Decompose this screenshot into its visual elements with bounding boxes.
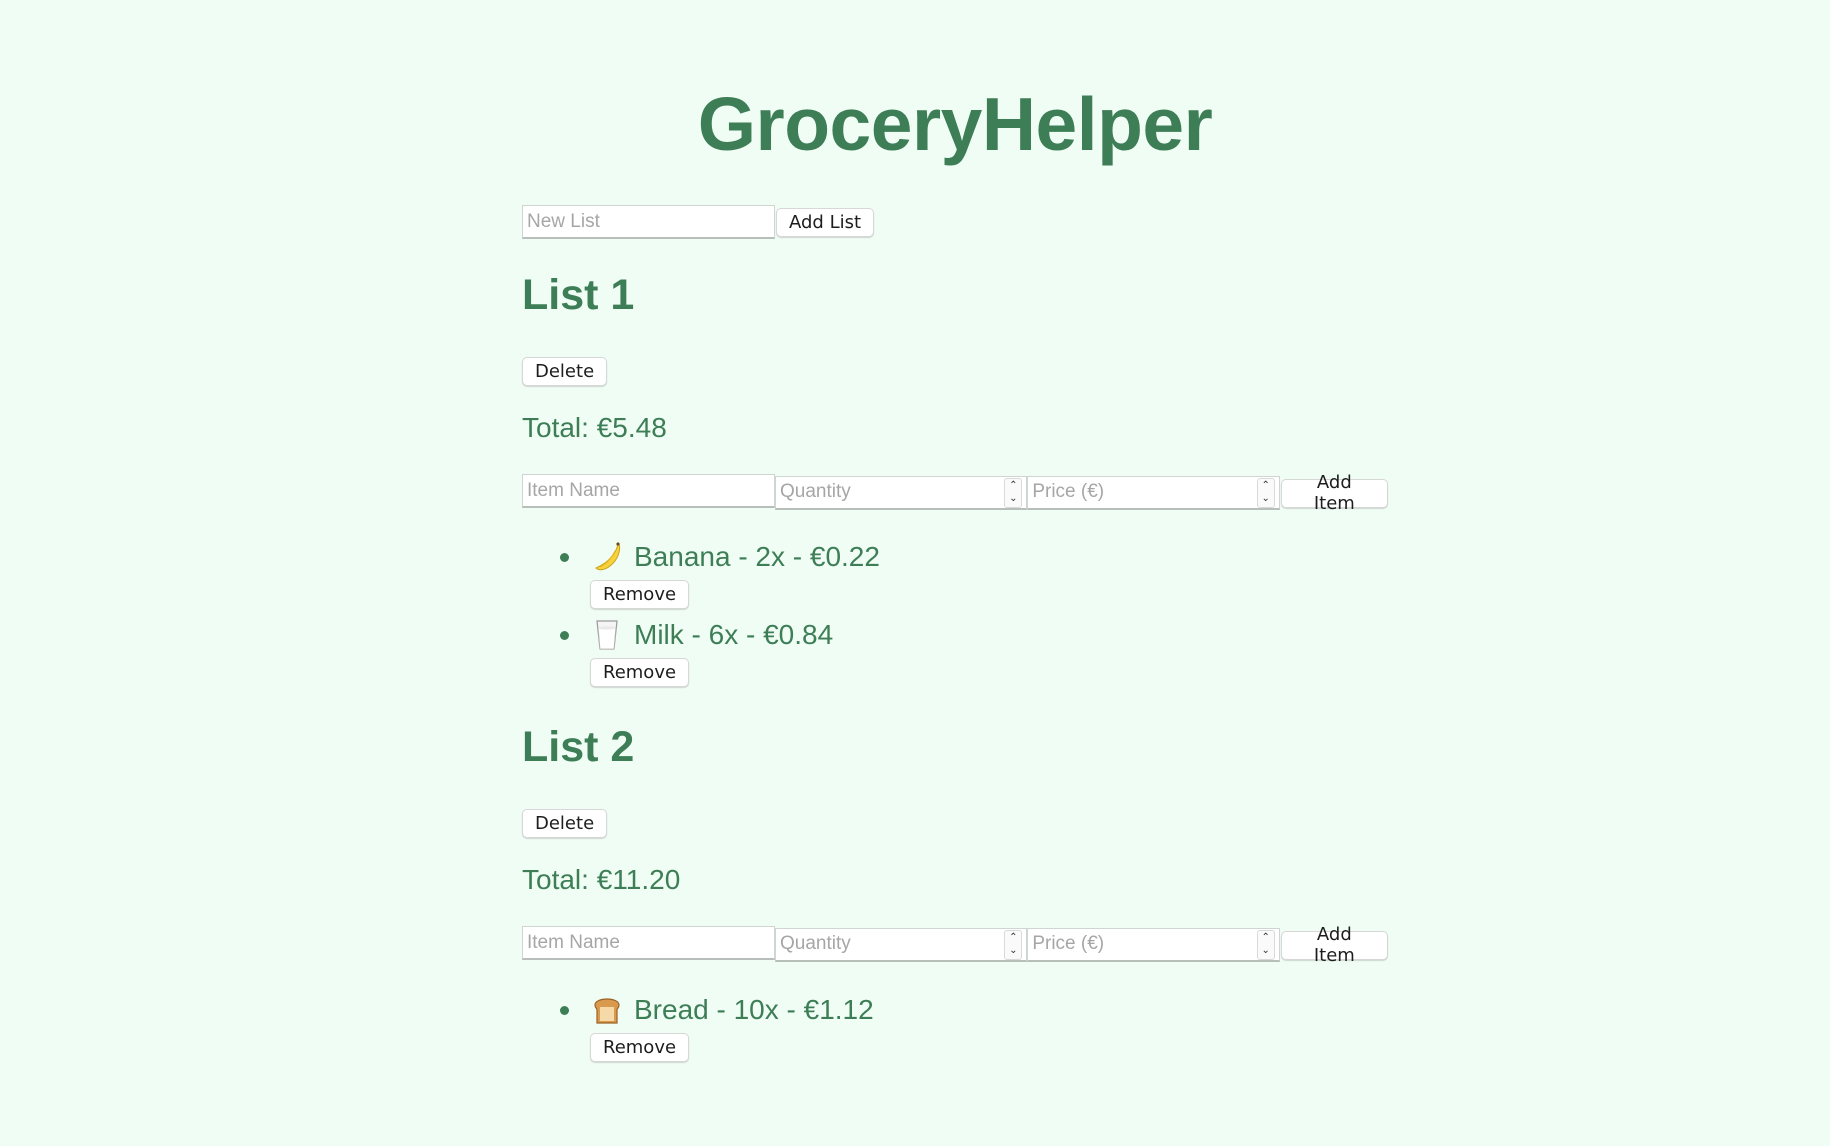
list-title: List 2 — [522, 723, 635, 771]
price-stepper[interactable]: ⌃ ⌄ — [1256, 478, 1275, 508]
remove-item-button[interactable]: Remove — [590, 1033, 690, 1062]
item-label: Bread - 10x - €1.12 — [634, 994, 874, 1025]
app-title: GroceryHelper — [697, 82, 1213, 166]
remove-row: Remove — [590, 1033, 874, 1062]
delete-list-button[interactable]: Delete — [522, 809, 608, 838]
item-row: Milk - 6x - €0.84 — [590, 617, 880, 653]
add-list-button[interactable]: Add List — [776, 207, 875, 237]
remove-row: Remove — [590, 580, 880, 609]
page: GroceryHelper Add List List 1 Delete Tot… — [0, 0, 1830, 1146]
remove-item-button[interactable]: Remove — [590, 658, 690, 687]
banana-icon — [595, 542, 621, 571]
bullet — [560, 553, 569, 562]
quantity-input[interactable] — [776, 929, 986, 959]
quantity-field: ⌃⌄ — [775, 928, 1028, 962]
item-label: Banana - 2x - €0.22 — [634, 541, 880, 572]
delete-list-button[interactable]: Delete — [522, 357, 608, 386]
new-list-form: Add List — [522, 205, 875, 239]
milk-icon — [596, 620, 618, 650]
price-input[interactable] — [1028, 477, 1239, 507]
list-actions: Delete — [522, 357, 608, 386]
item-name-input[interactable] — [522, 926, 775, 960]
list-total: Total: €11.20 — [522, 864, 681, 895]
item-row: Banana - 2x - €0.22 — [590, 539, 880, 575]
price-input[interactable] — [1028, 929, 1239, 959]
list-item: Milk - 6x - €0.84 Remove — [522, 617, 880, 687]
add-item-button[interactable]: Add Item — [1280, 472, 1388, 514]
remove-item-button[interactable]: Remove — [590, 580, 690, 609]
item-list: Bread - 10x - €1.12 Remove — [522, 992, 874, 1062]
new-list-input[interactable] — [522, 205, 775, 239]
quantity-stepper[interactable]: ⌃ ⌄ — [1004, 930, 1023, 960]
list-total: Total: €5.48 — [522, 412, 667, 443]
remove-row: Remove — [590, 658, 880, 687]
price-field: ⌃⌄ — [1027, 476, 1280, 510]
item-label: Milk - 6x - €0.84 — [634, 619, 834, 650]
list-title: List 1 — [522, 271, 635, 319]
bread-icon — [594, 998, 620, 1024]
quantity-field: ⌃⌄ — [775, 476, 1028, 510]
bullet — [560, 1006, 569, 1015]
list-item: Banana - 2x - €0.22 Remove — [522, 539, 880, 609]
add-item-form: ⌃⌄ ⌃⌄ Add Item — [522, 472, 1388, 514]
item-list: Banana - 2x - €0.22 Remove Milk - 6x - €… — [522, 539, 880, 687]
item-row: Bread - 10x - €1.12 — [590, 992, 874, 1028]
bullet — [560, 631, 569, 640]
item-name-input[interactable] — [522, 474, 775, 508]
list-actions: Delete — [522, 809, 608, 838]
quantity-input[interactable] — [776, 477, 986, 507]
list-item: Bread - 10x - €1.12 Remove — [522, 992, 874, 1062]
price-stepper[interactable]: ⌃ ⌄ — [1256, 930, 1275, 960]
add-item-form: ⌃⌄ ⌃⌄ Add Item — [522, 924, 1388, 966]
price-field: ⌃⌄ — [1027, 928, 1280, 962]
quantity-stepper[interactable]: ⌃ ⌄ — [1004, 478, 1023, 508]
add-item-button[interactable]: Add Item — [1280, 924, 1388, 966]
